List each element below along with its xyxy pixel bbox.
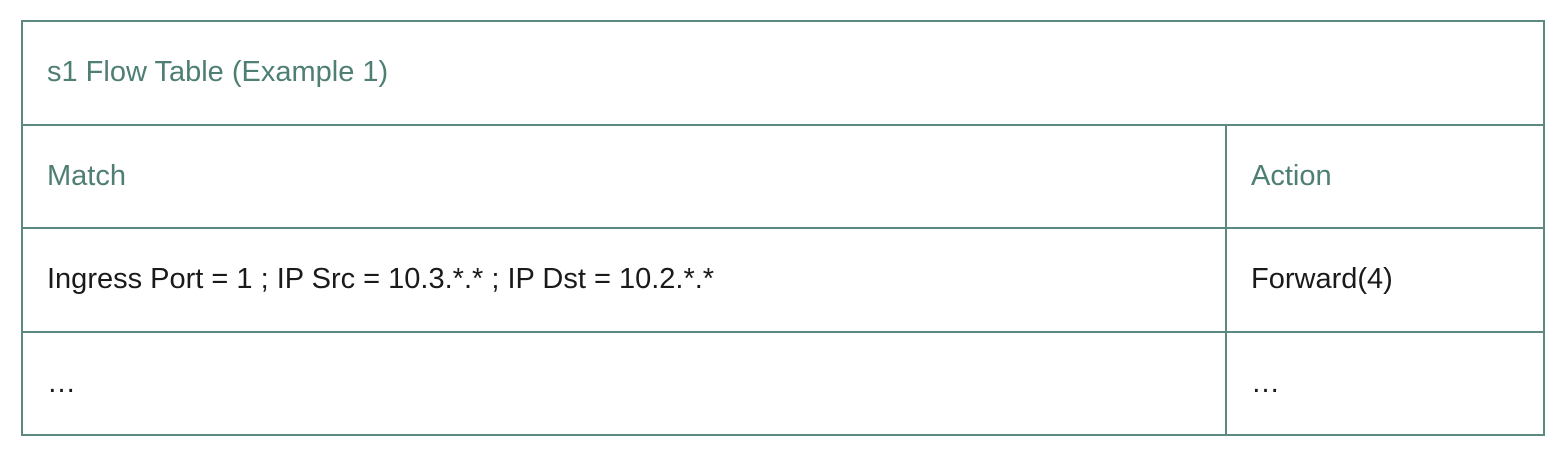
table-title-row: s1 Flow Table (Example 1) (20, 20, 1546, 126)
table-row: … … (21, 330, 1546, 436)
action-cell: Forward(4) (1224, 227, 1546, 333)
flow-table: s1 Flow Table (Example 1) Match Action I… (20, 20, 1546, 436)
action-cell: … (1224, 330, 1546, 436)
table-title: s1 Flow Table (Example 1) (20, 20, 1546, 126)
table-row: Ingress Port = 1 ; IP Src = 10.3.*.* ; I… (21, 227, 1546, 333)
action-header: Action (1224, 123, 1546, 229)
match-cell: … (21, 330, 1227, 436)
table-header-row: Match Action (21, 123, 1546, 229)
match-cell: Ingress Port = 1 ; IP Src = 10.3.*.* ; I… (21, 227, 1227, 333)
match-header: Match (21, 123, 1227, 229)
